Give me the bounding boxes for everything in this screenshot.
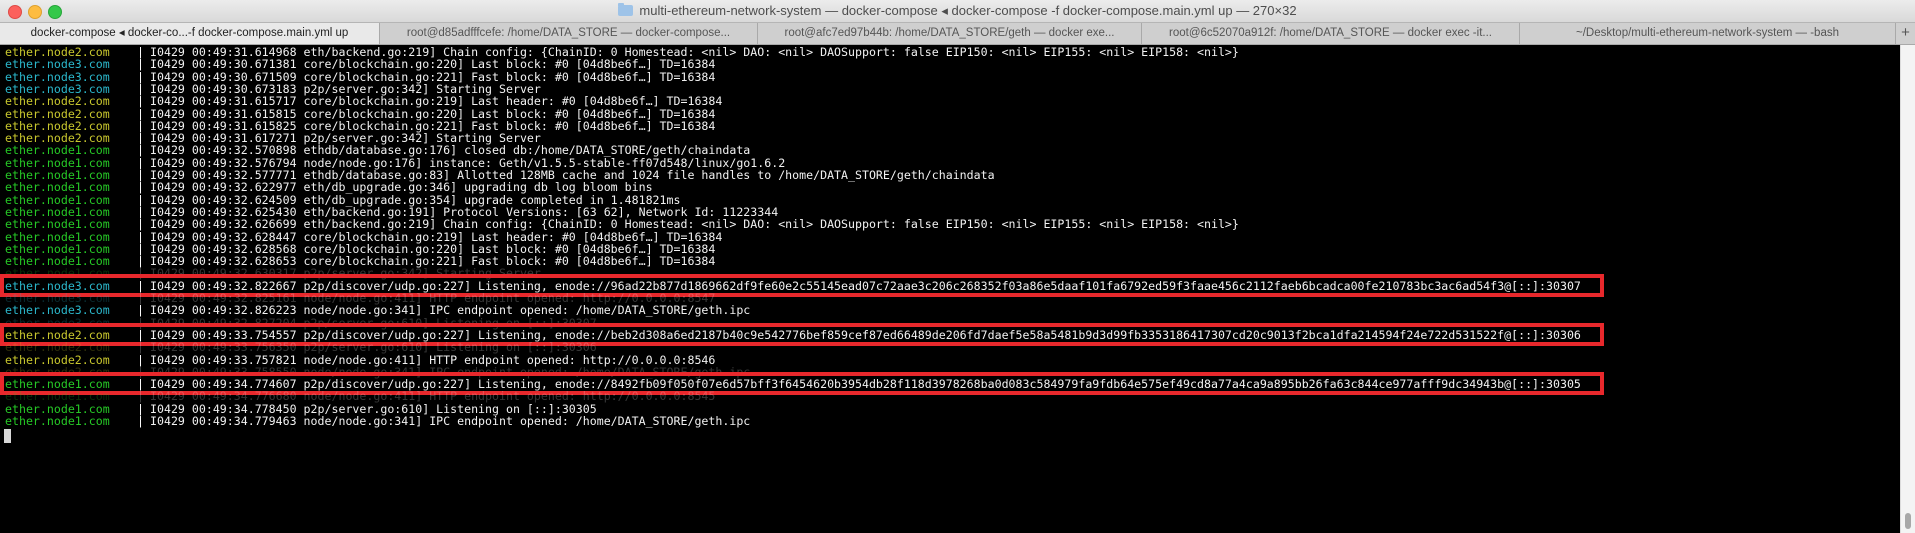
tab-bar: docker-compose ◂ docker-co...-f docker-c… xyxy=(0,23,1915,45)
tab-root-6c52070a912f[interactable]: root@6c52070a912f: /home/DATA_STORE — do… xyxy=(1142,23,1520,44)
tab-root-afc7ed97b44b[interactable]: root@afc7ed97b44b: /home/DATA_STORE/geth… xyxy=(758,23,1142,44)
window-title: multi-ethereum-network-system — docker-c… xyxy=(0,3,1915,19)
tab-root-d85adfffcefe[interactable]: root@d85adfffcefe: /home/DATA_STORE — do… xyxy=(380,23,758,44)
terminal-scrollbar[interactable] xyxy=(1900,45,1915,533)
log-separator: | xyxy=(137,414,144,428)
tab-docker-compose[interactable]: docker-compose ◂ docker-co...-f docker-c… xyxy=(0,23,380,44)
tab-bash-desktop[interactable]: ~/Desktop/multi-ethereum-network-system … xyxy=(1520,23,1896,44)
scrollbar-thumb[interactable] xyxy=(1905,513,1911,529)
window-title-text: multi-ethereum-network-system — docker-c… xyxy=(639,3,1297,18)
terminal-output[interactable]: ether.node2.com | I0429 00:49:31.614968 et… xyxy=(0,45,1900,533)
terminal-cursor xyxy=(4,429,11,444)
window-titlebar: multi-ethereum-network-system — docker-c… xyxy=(0,0,1915,23)
new-tab-button[interactable]: + xyxy=(1896,23,1915,44)
folder-icon xyxy=(618,3,634,16)
log-message: I0429 00:49:34.779463 node/node.go:341] … xyxy=(150,414,751,428)
log-host: ether.node1.com xyxy=(5,414,110,428)
